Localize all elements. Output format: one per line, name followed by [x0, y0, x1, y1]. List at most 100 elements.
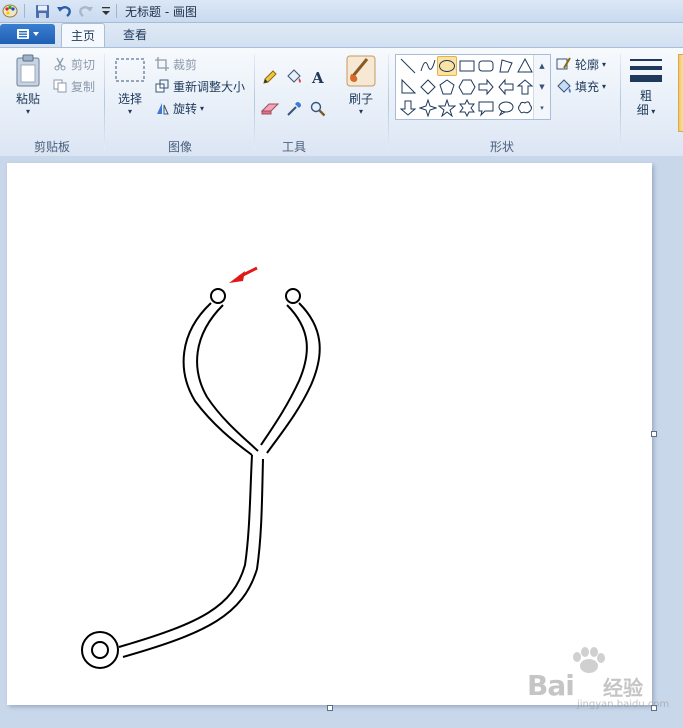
text-tool-icon[interactable]: A [308, 67, 328, 87]
polygon-shape-icon[interactable] [496, 56, 516, 76]
left-ear-tip [210, 288, 226, 304]
left-arrow-shape-icon[interactable] [496, 77, 516, 97]
left-tube-outer [182, 302, 253, 456]
crop-button[interactable]: 裁剪 [154, 55, 197, 73]
paw-icon [573, 647, 605, 673]
baidu-jingyan-watermark: Bai 经验 jingyan.baidu.com [525, 647, 683, 713]
paste-dropdown-icon[interactable]: ▾ [26, 107, 30, 117]
line-shape-icon[interactable] [398, 56, 418, 76]
right-ear-tip [285, 288, 301, 304]
outline-icon [556, 56, 572, 72]
rounded-callout-shape-icon[interactable] [476, 98, 496, 118]
quick-access-separator [24, 4, 25, 18]
right-triangle-shape-icon[interactable] [398, 77, 418, 97]
copy-label: 复制 [71, 79, 96, 94]
title-separator [116, 4, 117, 18]
resize-button[interactable]: 重新调整大小 [154, 77, 245, 95]
oval-callout-shape-icon[interactable] [496, 98, 516, 118]
right-tube-inner [260, 304, 308, 446]
menu-icon [16, 29, 39, 39]
canvas-resize-handle-right[interactable] [651, 431, 657, 437]
customize-quick-access-icon[interactable] [98, 3, 114, 19]
five-point-star-shape-icon[interactable] [437, 98, 457, 118]
stem-outer [118, 454, 253, 648]
copy-icon [52, 78, 68, 94]
tab-view[interactable]: 查看 [112, 23, 158, 47]
brush-label: 刷子 [348, 92, 373, 106]
shapes-scroll[interactable]: ▲ ▼ ▾ [533, 55, 550, 119]
select-dropdown-icon[interactable]: ▾ [128, 107, 132, 117]
annotation-arrow-head [229, 271, 245, 283]
triangle-shape-icon[interactable] [515, 56, 535, 76]
curve-shape-icon[interactable] [418, 56, 438, 76]
paste-button[interactable]: 粘贴 ▾ [10, 54, 46, 117]
window-title: 无标题 - 画图 [125, 5, 197, 19]
size-button[interactable]: 粗 细 ▾ [626, 56, 666, 119]
magnifier-icon[interactable] [308, 99, 328, 119]
down-arrow-shape-icon[interactable] [398, 98, 418, 118]
rotate-label: 旋转 [173, 101, 198, 116]
stem-inner [122, 458, 264, 658]
redo-icon[interactable] [78, 3, 94, 19]
select-label: 选择 [117, 92, 142, 106]
left-tube-inner [196, 304, 259, 452]
drawing-canvas[interactable] [7, 163, 652, 705]
undo-icon[interactable] [56, 3, 72, 19]
resize-icon [154, 78, 170, 94]
six-point-star-shape-icon[interactable] [457, 98, 477, 118]
scissors-icon [52, 56, 68, 72]
four-point-star-shape-icon[interactable] [418, 98, 438, 118]
select-button[interactable]: 选择 ▾ [112, 56, 148, 117]
shapes-group-label: 形状 [489, 140, 514, 154]
brush-dropdown-icon[interactable]: ▾ [359, 107, 363, 117]
stethoscope-drawing [81, 266, 321, 669]
cut-button[interactable]: 剪切 [52, 55, 95, 73]
color-1-swatch-edge[interactable] [678, 54, 683, 132]
crop-label: 裁剪 [173, 57, 198, 72]
right-tube-outer [266, 302, 321, 454]
brush-button[interactable]: 刷子 ▾ [342, 54, 380, 117]
scroll-down-icon[interactable]: ▼ [534, 76, 550, 97]
canvas-resize-handle-bottom[interactable] [327, 705, 333, 711]
group-separator [388, 54, 389, 150]
group-separator [620, 54, 621, 150]
ribbon: 粘贴 ▾ 剪切 复制 剪贴板 选择 ▾ 裁剪 重新调整大小 旋转 ▾ 图像 A … [0, 47, 683, 157]
group-separator [254, 54, 255, 150]
rotate-button[interactable]: 旋转 ▾ [154, 99, 204, 117]
outline-dropdown-icon: ▾ [602, 59, 607, 69]
oval-shape-icon[interactable] [437, 56, 457, 76]
diamond-shape-icon[interactable] [418, 77, 438, 97]
select-icon [115, 58, 145, 82]
pentagon-shape-icon[interactable] [437, 77, 457, 97]
paint-app-icon[interactable] [2, 3, 18, 19]
rectangle-shape-icon[interactable] [457, 56, 477, 76]
cloud-callout-shape-icon[interactable] [515, 98, 535, 118]
paste-label: 粘贴 [15, 92, 40, 106]
group-separator [104, 54, 105, 150]
rotate-dropdown-icon: ▾ [200, 103, 205, 113]
color-picker-icon[interactable] [284, 99, 304, 119]
cut-label: 剪切 [71, 57, 96, 72]
fill-bucket-icon[interactable] [284, 67, 304, 87]
copy-button[interactable]: 复制 [52, 77, 95, 95]
up-arrow-shape-icon[interactable] [515, 77, 535, 97]
fill-icon [556, 78, 572, 94]
save-icon[interactable] [34, 3, 50, 19]
outline-button[interactable]: 轮廓 ▾ [556, 55, 606, 73]
tools-group-label: 工具 [281, 140, 306, 154]
eraser-icon[interactable] [260, 99, 280, 119]
crop-icon [154, 56, 170, 72]
title-bar: 无标题 - 画图 [0, 0, 683, 23]
svg-text:A: A [311, 69, 324, 85]
tab-home[interactable]: 主页 [61, 23, 105, 47]
rounded-rectangle-shape-icon[interactable] [476, 56, 496, 76]
scroll-up-icon[interactable]: ▲ [534, 55, 550, 76]
hexagon-shape-icon[interactable] [457, 77, 477, 97]
expand-gallery-icon[interactable]: ▾ [534, 97, 550, 118]
pencil-icon[interactable] [260, 67, 280, 87]
chest-piece-inner [91, 641, 109, 659]
fill-button[interactable]: 填充 ▾ [556, 77, 606, 95]
app-menu-button[interactable] [0, 24, 55, 44]
right-arrow-shape-icon[interactable] [476, 77, 496, 97]
rotate-icon [154, 100, 170, 116]
